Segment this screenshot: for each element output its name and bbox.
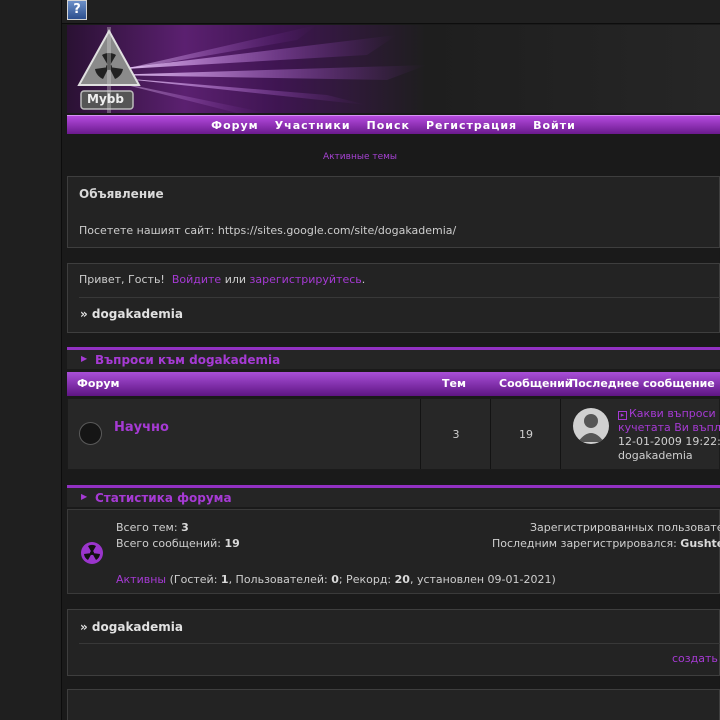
header-banner: Mybb [67, 25, 720, 113]
banner-art [107, 25, 427, 113]
nav-search[interactable]: Поиск [367, 119, 410, 132]
active-topics-link[interactable]: Активные темы [0, 152, 720, 162]
nav-login[interactable]: Войти [533, 119, 576, 132]
logo-label: Mybb [87, 92, 124, 106]
main-nav: Форум Участники Поиск Регистрация Войти [67, 115, 720, 134]
left-sidebar [0, 0, 62, 720]
help-icon[interactable]: ? [67, 0, 87, 20]
top-strip: ? [62, 0, 720, 24]
nav-register[interactable]: Регистрация [426, 119, 517, 132]
page-main: ? Mybb Форум Участники Поиск Регистрация… [62, 0, 720, 720]
nav-members[interactable]: Участники [275, 119, 351, 132]
nav-forum[interactable]: Форум [211, 119, 259, 132]
